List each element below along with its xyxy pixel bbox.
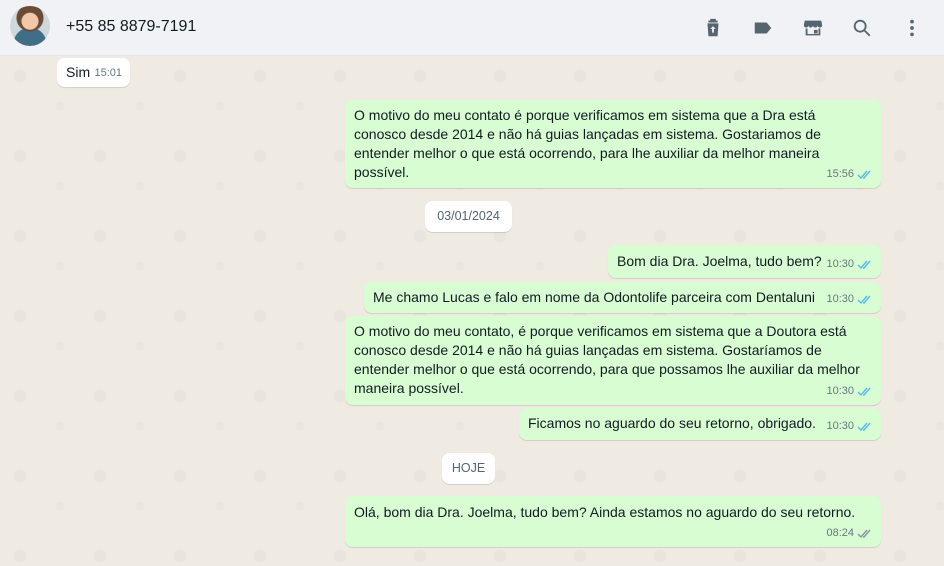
double-check-icon bbox=[857, 295, 871, 305]
message-meta: 08:24 bbox=[826, 524, 873, 543]
chat-header: +55 85 8879-7191 bbox=[0, 0, 944, 56]
double-check-icon bbox=[857, 529, 871, 539]
date-separator: 03/01/2024 bbox=[425, 201, 512, 232]
double-check-icon bbox=[857, 422, 871, 432]
delete-icon[interactable] bbox=[699, 14, 727, 42]
search-icon[interactable] bbox=[848, 14, 876, 42]
message-time: 15:01 bbox=[94, 67, 122, 79]
message-bubble-outgoing[interactable]: O motivo do meu contato é porque verific… bbox=[345, 100, 881, 188]
message-bubble-outgoing[interactable]: Me chamo Lucas e falo em nome da Odontol… bbox=[364, 282, 881, 313]
message-text: Olá, bom dia Dra. Joelma, tudo bem? Aind… bbox=[354, 504, 856, 520]
message-meta: 15:01 bbox=[94, 64, 122, 83]
double-check-icon bbox=[857, 260, 871, 270]
message-bubble-outgoing[interactable]: O motivo do meu contato, é porque verifi… bbox=[345, 316, 881, 405]
menu-icon[interactable] bbox=[898, 14, 926, 42]
message-text: Ficamos no aguardo do seu retorno, obrig… bbox=[528, 415, 816, 431]
message-time: 10:30 bbox=[826, 258, 854, 270]
contact-avatar[interactable] bbox=[10, 6, 50, 46]
message-meta: 10:30 bbox=[826, 382, 873, 401]
store-icon[interactable] bbox=[799, 14, 827, 42]
message-bubble-outgoing[interactable]: Bom dia Dra. Joelma, tudo bem? 10:30 bbox=[608, 245, 881, 278]
message-time: 10:30 bbox=[826, 293, 854, 305]
message-time: 15:56 bbox=[826, 168, 854, 180]
message-time: 10:30 bbox=[826, 385, 854, 397]
message-time: 10:30 bbox=[826, 420, 854, 432]
message-time: 08:24 bbox=[826, 527, 854, 539]
message-meta: 10:30 bbox=[826, 417, 873, 436]
message-meta: 10:30 bbox=[826, 290, 873, 309]
message-bubble-outgoing[interactable]: Olá, bom dia Dra. Joelma, tudo bem? Aind… bbox=[345, 496, 881, 547]
message-bubble-incoming[interactable]: Sim 15:01 bbox=[57, 58, 130, 87]
message-text: Me chamo Lucas e falo em nome da Odontol… bbox=[373, 289, 816, 305]
contact-name[interactable]: +55 85 8879-7191 bbox=[66, 18, 196, 36]
double-check-icon bbox=[857, 387, 871, 397]
message-bubble-outgoing[interactable]: Ficamos no aguardo do seu retorno, obrig… bbox=[519, 408, 881, 440]
label-icon[interactable] bbox=[749, 14, 777, 42]
double-check-icon bbox=[857, 170, 871, 180]
message-text: O motivo do meu contato é porque verific… bbox=[354, 107, 821, 180]
message-text: O motivo do meu contato, é porque verifi… bbox=[354, 323, 860, 396]
date-separator: HOJE bbox=[442, 453, 495, 484]
message-meta: 15:56 bbox=[826, 165, 873, 184]
message-meta: 10:30 bbox=[826, 255, 873, 274]
